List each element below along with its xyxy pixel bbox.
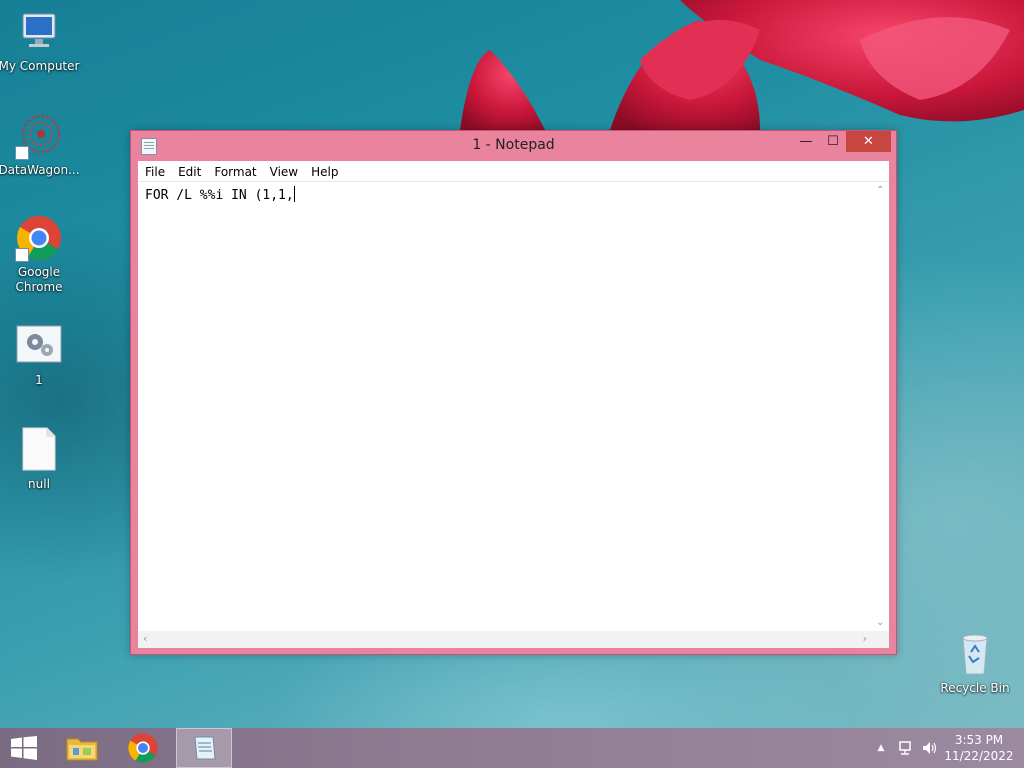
desktop-icon-label: 1 — [35, 373, 43, 387]
desktop-icon-label: DataWagon... — [0, 163, 80, 177]
chrome-icon — [128, 733, 158, 763]
datawagon-icon — [15, 112, 63, 160]
chrome-icon — [15, 214, 63, 262]
menu-view[interactable]: View — [263, 162, 304, 179]
text-editor[interactable]: FOR /L %%i IN (1,1, ⌃ ⌄ ‹ › — [138, 182, 889, 648]
blank-file-icon — [15, 426, 63, 474]
desktop-icon-label: My Computer — [0, 59, 80, 73]
recycle-bin-icon — [951, 630, 999, 678]
show-hidden-icons-button[interactable]: ▲ — [873, 728, 889, 768]
taskbar-file-explorer[interactable] — [54, 728, 110, 768]
menu-format[interactable]: Format — [207, 162, 262, 179]
computer-icon — [15, 8, 63, 56]
shortcut-arrow-icon — [15, 146, 29, 160]
scroll-up-icon[interactable]: ⌃ — [876, 185, 884, 196]
text-caret — [293, 186, 295, 202]
desktop-icon-label: Recycle Bin — [940, 681, 1010, 695]
window-title: 1 - Notepad — [472, 137, 555, 153]
taskbar: ▲ 3:53 PM 11/22/2022 — [0, 728, 1024, 768]
maximize-button[interactable]: ☐ — [819, 131, 847, 152]
clock-time: 3:53 PM — [954, 733, 1004, 747]
menu-help[interactable]: Help — [304, 162, 344, 179]
desktop-icon-null[interactable]: null — [0, 426, 78, 492]
vertical-scrollbar[interactable]: ⌃ ⌄ — [872, 182, 889, 631]
menu-edit[interactable]: Edit — [171, 162, 207, 179]
desktop-icon-label: Google Chrome — [15, 265, 63, 294]
desktop-icon-my-computer[interactable]: My Computer — [0, 8, 80, 74]
clock[interactable]: 3:53 PM 11/22/2022 — [944, 732, 1014, 764]
close-button[interactable]: ✕ — [846, 131, 891, 152]
title-bar[interactable]: 1 - Notepad — ☐ ✕ — [131, 131, 896, 161]
notepad-icon — [194, 736, 216, 760]
taskbar-google-chrome[interactable] — [115, 728, 171, 768]
scroll-left-icon[interactable]: ‹ — [143, 632, 147, 645]
horizontal-scrollbar[interactable]: ‹ › — [138, 631, 872, 648]
desktop: My Computer DataWagon... Google Chrome 1… — [0, 0, 1024, 728]
desktop-icon-datawagon[interactable]: DataWagon... — [0, 112, 80, 178]
notepad-window[interactable]: 1 - Notepad — ☐ ✕ File Edit Format View Help… — [130, 130, 897, 655]
clock-date: 11/22/2022 — [944, 749, 1014, 763]
menu-file[interactable]: File — [138, 162, 171, 179]
minimize-button[interactable]: — — [792, 131, 820, 152]
windows-logo-icon — [11, 736, 37, 760]
desktop-icon-google-chrome[interactable]: Google Chrome — [0, 214, 78, 295]
scroll-down-icon[interactable]: ⌄ — [876, 617, 884, 628]
batch-file-icon — [15, 322, 63, 370]
desktop-icon-recycle-bin[interactable]: Recycle Bin — [936, 630, 1014, 696]
start-button[interactable] — [0, 728, 48, 768]
volume-icon[interactable] — [920, 728, 940, 768]
network-icon[interactable] — [896, 728, 916, 768]
menu-bar: File Edit Format View Help — [138, 161, 889, 182]
scroll-right-icon[interactable]: › — [863, 632, 867, 645]
editor-text[interactable]: FOR /L %%i IN (1,1, — [145, 186, 295, 203]
editor-content: FOR /L %%i IN (1,1, — [145, 188, 294, 203]
shortcut-arrow-icon — [15, 248, 29, 262]
folder-icon — [66, 738, 98, 761]
desktop-icon-label: null — [28, 477, 50, 491]
desktop-icon-1[interactable]: 1 — [0, 322, 78, 388]
resize-grip[interactable] — [872, 631, 889, 648]
taskbar-notepad[interactable] — [176, 728, 232, 768]
